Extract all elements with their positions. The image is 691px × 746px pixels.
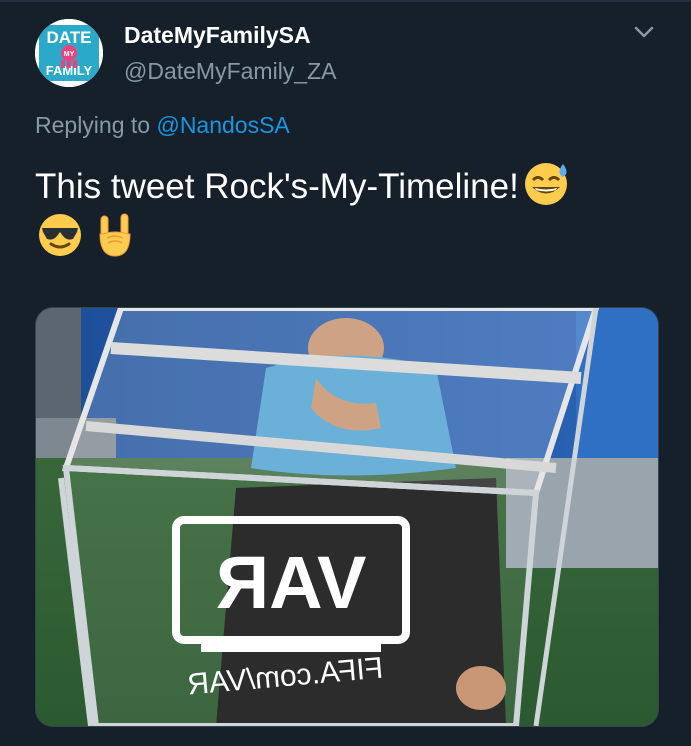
divider — [0, 0, 691, 2]
var-sign-text: VAR — [216, 541, 367, 624]
sunglasses-emoji-icon — [39, 214, 81, 256]
tweet-text-content: This tweet Rock's-My-Timeline! — [35, 167, 519, 206]
sweat-smile-emoji-icon — [524, 163, 567, 205]
mention-link[interactable]: @NandosSA — [156, 112, 289, 138]
replying-to-label: Replying to — [35, 112, 157, 138]
replying-to: Replying to @NandosSA — [35, 112, 290, 139]
var-photo: VAR FIFA.com/VAR — [36, 308, 658, 726]
tweet-card[interactable]: DATE MY FAMILY DateMyFamilySA @DateMyFam… — [0, 0, 691, 746]
tweet-media-image[interactable]: VAR FIFA.com/VAR — [35, 307, 659, 727]
emoji-row — [37, 210, 135, 260]
chevron-down-icon[interactable] — [632, 22, 656, 42]
rock-on-hand-emoji-icon — [99, 213, 131, 257]
avatar-logo-icon: DATE MY FAMILY — [35, 19, 103, 87]
display-name[interactable]: DateMyFamilySA — [124, 22, 321, 49]
avatar[interactable]: DATE MY FAMILY — [35, 19, 103, 87]
user-handle[interactable]: @DateMyFamily_ZA — [124, 58, 337, 85]
svg-text:MY: MY — [64, 51, 75, 58]
tweet-text: This tweet Rock's-My-Timeline! — [35, 160, 571, 212]
svg-text:DATE: DATE — [46, 28, 91, 47]
